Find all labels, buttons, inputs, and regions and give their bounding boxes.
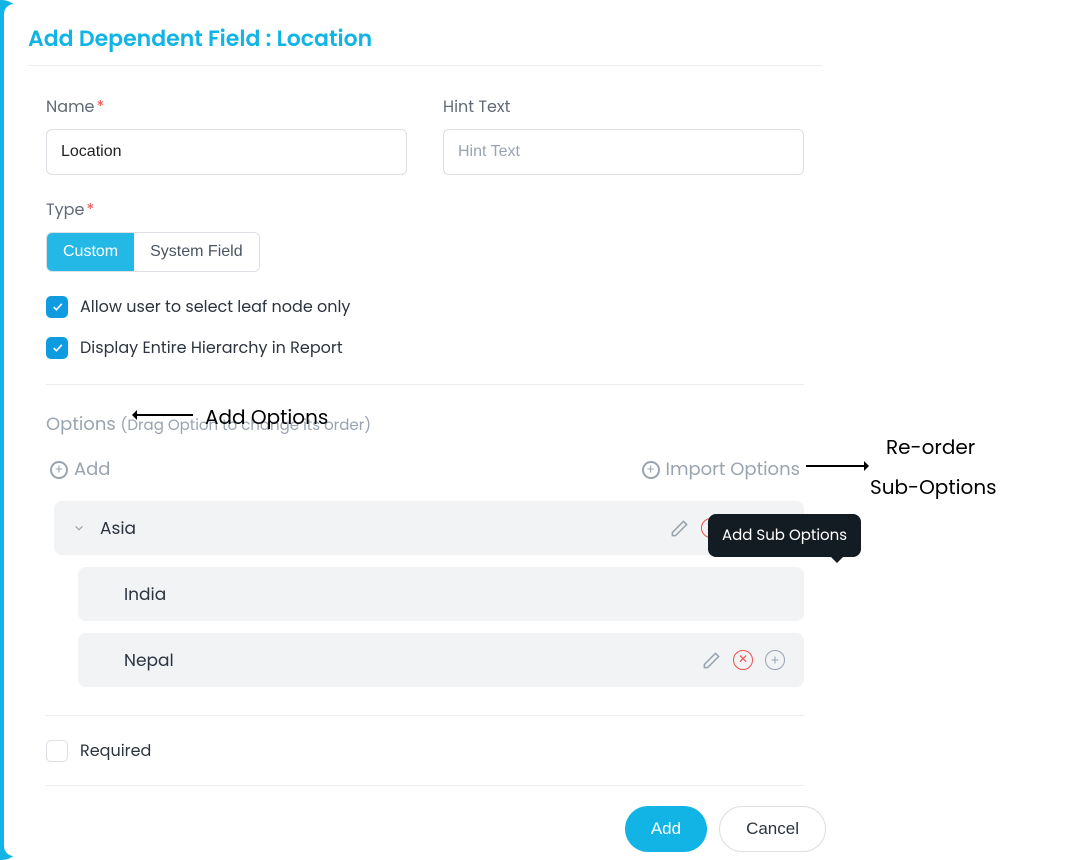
- required-mark: *: [86, 198, 94, 221]
- required-checkbox[interactable]: [46, 740, 68, 762]
- type-toggle: Custom System Field: [46, 232, 260, 272]
- accent-border: [0, 0, 20, 860]
- plus-circle-icon: +: [642, 461, 660, 479]
- edit-icon[interactable]: [700, 649, 722, 671]
- leaf-only-label: Allow user to select leaf node only: [80, 294, 350, 319]
- import-options-label: Import Options: [666, 456, 800, 483]
- divider: [46, 384, 804, 385]
- annotation-arrow: [806, 465, 868, 467]
- required-label: Required: [80, 738, 151, 763]
- required-mark: *: [96, 95, 104, 118]
- add-option-label: Add: [74, 456, 110, 483]
- add-button[interactable]: Add: [625, 806, 707, 852]
- tree-node-child: Nepal ✕ +: [78, 633, 804, 687]
- divider: [46, 785, 804, 786]
- type-label: Type*: [46, 197, 407, 222]
- tree-node-child: India: [78, 567, 804, 621]
- hierarchy-label: Display Entire Hierarchy in Report: [80, 335, 343, 360]
- node-actions: ✕ +: [700, 649, 786, 671]
- annotation-add-options: Add Options: [205, 402, 328, 432]
- tree-node-label[interactable]: Asia: [100, 515, 668, 541]
- add-sub-icon[interactable]: +: [764, 649, 786, 671]
- options-heading-text: Options: [46, 412, 116, 437]
- name-input[interactable]: [46, 129, 407, 175]
- add-sub-options-tooltip: Add Sub Options: [708, 514, 861, 557]
- annotation-arrow: [133, 414, 193, 416]
- chevron-down-icon[interactable]: [72, 521, 86, 535]
- name-label-text: Name: [46, 95, 94, 118]
- import-options-button[interactable]: + Import Options: [642, 456, 800, 483]
- hint-label: Hint Text: [443, 94, 804, 119]
- type-custom-button[interactable]: Custom: [47, 233, 134, 271]
- annotation-reorder-line1: Re-order: [886, 432, 975, 462]
- check-icon: [51, 341, 64, 354]
- options-tree: Asia ✕ +: [46, 501, 804, 687]
- leaf-only-checkbox[interactable]: [46, 296, 68, 318]
- tree-node-label[interactable]: Nepal: [124, 647, 700, 673]
- delete-icon[interactable]: ✕: [732, 649, 754, 671]
- check-icon: [51, 300, 64, 313]
- edit-icon[interactable]: [668, 517, 690, 539]
- annotation-reorder-line2: Sub-Options: [870, 472, 997, 502]
- divider: [46, 715, 804, 716]
- plus-circle-icon: +: [50, 461, 68, 479]
- add-option-button[interactable]: + Add: [50, 456, 110, 483]
- modal-frame: Add Dependent Field : Location Name* Hin…: [0, 0, 1089, 860]
- cancel-button[interactable]: Cancel: [719, 806, 826, 852]
- hint-input[interactable]: [443, 129, 804, 175]
- tree-node-label[interactable]: India: [124, 581, 786, 607]
- hierarchy-checkbox[interactable]: [46, 337, 68, 359]
- tree-node-parent: Asia ✕ +: [54, 501, 804, 555]
- modal-footer: Add Cancel: [20, 806, 834, 852]
- modal-title: Add Dependent Field : Location: [28, 22, 822, 55]
- divider: [28, 65, 822, 66]
- type-label-text: Type: [46, 198, 84, 221]
- name-label: Name*: [46, 94, 407, 119]
- type-system-button[interactable]: System Field: [134, 233, 258, 271]
